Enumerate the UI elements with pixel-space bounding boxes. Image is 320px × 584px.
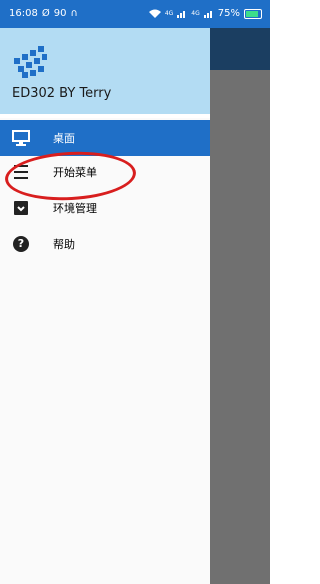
menu-item-label: 环境管理: [53, 202, 97, 215]
scrim-overlay[interactable]: [210, 28, 270, 584]
signal-label-2: 4G: [191, 10, 200, 17]
signal-icon: [203, 11, 212, 18]
monitor-icon: [12, 129, 30, 147]
signal-label-1: 4G: [164, 10, 174, 17]
menu-item-help[interactable]: ? 帮助: [0, 226, 210, 262]
headphones-icon: ∩: [70, 8, 78, 19]
mute-icon: Ø: [41, 8, 50, 19]
signal-icon: [177, 11, 186, 18]
clock: 16:08: [9, 8, 38, 19]
wifi-icon: [148, 9, 161, 18]
drawer-header: ED302 BY Terry: [0, 28, 210, 118]
app-logo-icon: [14, 46, 47, 78]
archive-icon: [12, 199, 30, 217]
battery-icon: [244, 8, 262, 19]
app-bar: [210, 28, 270, 70]
menu-item-desktop[interactable]: 桌面: [0, 120, 210, 156]
menu-item-label: 桌面: [53, 132, 75, 145]
status-bar: 16:08 Ø 90 ∩ 4G 4G 75%: [0, 0, 270, 28]
menu-item-label: 帮助: [53, 238, 75, 251]
drawer-title: ED302 BY Terry: [12, 86, 112, 101]
help-icon: ?: [12, 235, 30, 253]
navigation-drawer: ED302 BY Terry 桌面 开始菜单 环境管理 ? 帮助: [0, 28, 210, 584]
battery-percent: 75%: [217, 8, 240, 19]
data-speed-icon: 90: [53, 8, 67, 19]
